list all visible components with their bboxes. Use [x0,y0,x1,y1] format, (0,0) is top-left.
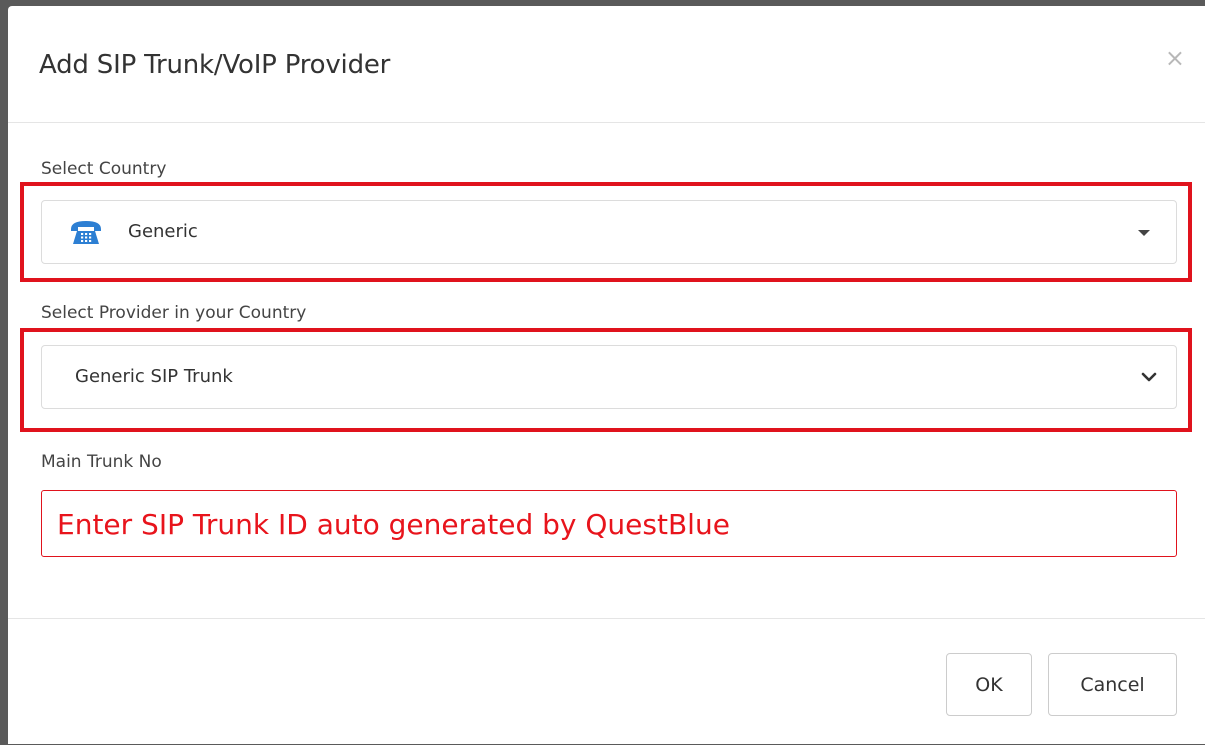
dialog-footer: OK Cancel [8,618,1205,745]
main-trunk-label: Main Trunk No [41,452,162,472]
provider-select[interactable]: Generic SIP Trunk [41,345,1177,409]
add-sip-trunk-dialog: Add SIP Trunk/VoIP Provider × Select Cou… [8,6,1205,744]
select-country-label: Select Country [41,159,167,179]
telephone-icon [71,221,101,244]
ok-button[interactable]: OK [946,653,1032,716]
caret-down-icon [1138,230,1150,236]
main-trunk-placeholder: Enter SIP Trunk ID auto generated by Que… [57,508,730,541]
close-icon[interactable]: × [1165,46,1185,70]
dialog-title: Add SIP Trunk/VoIP Provider [39,50,391,80]
provider-select-value: Generic SIP Trunk [75,366,233,387]
country-select[interactable]: Generic [41,200,1177,264]
select-provider-label: Select Provider in your Country [41,303,307,323]
cancel-button[interactable]: Cancel [1048,653,1177,716]
main-trunk-input[interactable]: Enter SIP Trunk ID auto generated by Que… [41,490,1177,557]
country-select-value: Generic [128,221,198,242]
chevron-down-icon [1141,372,1157,382]
dialog-header: Add SIP Trunk/VoIP Provider × [8,6,1205,123]
